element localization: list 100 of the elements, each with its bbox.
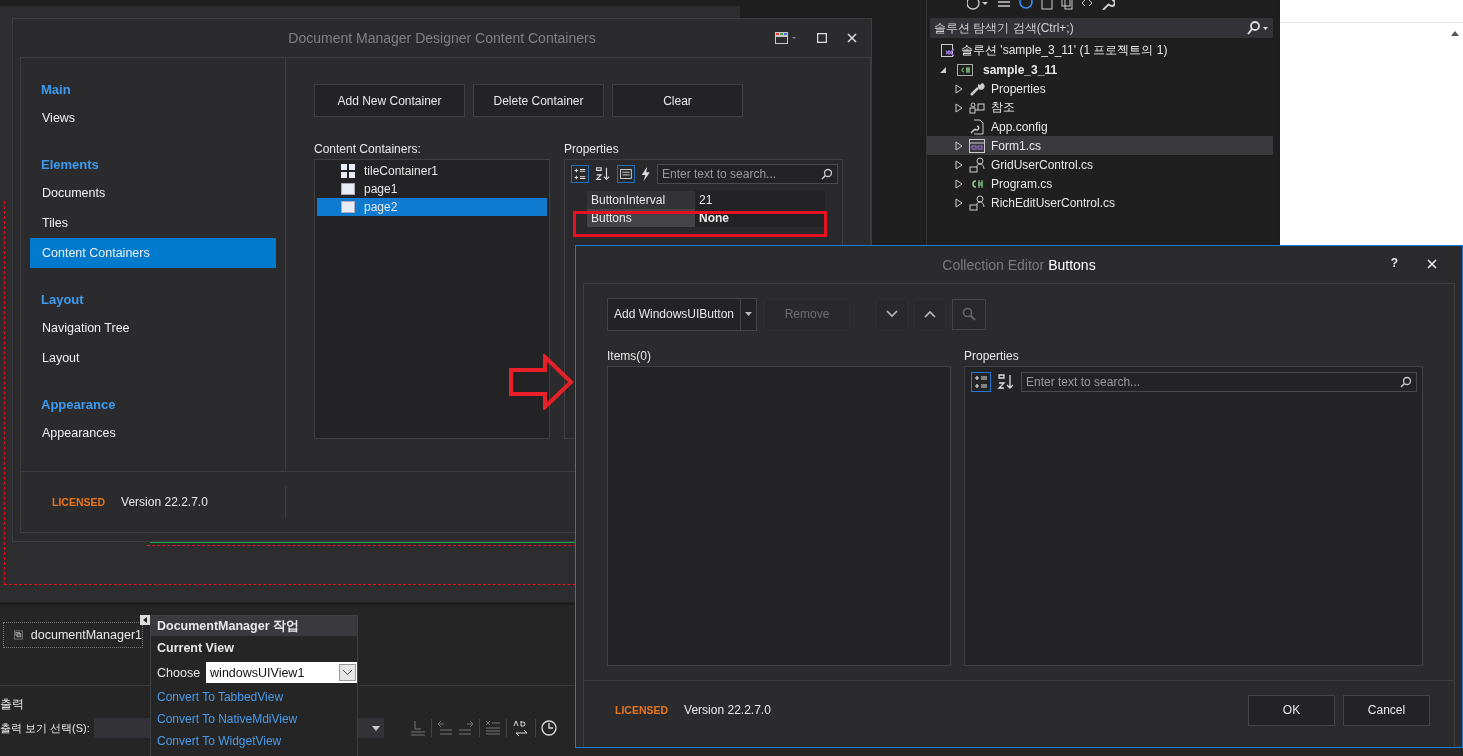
lightning-icon[interactable] <box>639 165 652 183</box>
tree-item[interactable]: App.config <box>927 117 1273 136</box>
expand-arrow-icon[interactable] <box>955 178 963 189</box>
tree-item[interactable]: Form1.cs <box>927 136 1273 155</box>
tree-item[interactable]: RichEditUserControl.cs <box>927 193 1273 212</box>
popup-title: DocumentManager 작업 <box>151 616 357 636</box>
properties-label: Properties <box>964 349 1020 364</box>
page-icon <box>341 183 355 195</box>
tree-item[interactable]: Program.cs <box>927 174 1273 193</box>
expand-arrow-icon[interactable] <box>955 83 963 94</box>
sidebar-item[interactable]: Tiles <box>30 208 276 238</box>
word-wrap-icon[interactable] <box>512 720 530 736</box>
form-icon <box>969 138 985 153</box>
action-link[interactable]: Convert To TabbedView <box>151 686 357 708</box>
panel-title: 출력 <box>0 696 24 713</box>
tree-item[interactable]: GridUserControl.cs <box>927 155 1273 174</box>
search-field[interactable]: Enter text to search... <box>657 164 838 184</box>
toolbar-button[interactable]: Clear <box>612 84 743 117</box>
cancel-button[interactable]: Cancel <box>1343 694 1430 726</box>
version-label: Version 22.2.7.0 <box>684 703 771 717</box>
ok-button[interactable]: OK <box>1248 694 1335 726</box>
sidebar-heading: Appearance <box>40 396 117 414</box>
toolbar-button[interactable]: Delete Container <box>473 84 604 117</box>
window-title: Document Manager Designer Content Containers <box>288 30 596 46</box>
move-down-button[interactable] <box>876 298 908 330</box>
dropdown-button[interactable] <box>741 298 756 330</box>
sidebar-heading: Main <box>40 81 72 99</box>
search-field[interactable]: Enter text to search... <box>1021 372 1417 392</box>
tiles-icon <box>341 164 355 178</box>
add-button[interactable]: Add WindowsUIButton <box>608 298 741 330</box>
sidebar-item[interactable]: Documents <box>30 178 276 208</box>
search-icon <box>1247 21 1269 35</box>
property-pages-icon[interactable] <box>616 164 635 184</box>
output-source-label: 출력 보기 선택(S): <box>0 720 90 736</box>
expand-arrow-icon[interactable] <box>955 102 963 113</box>
previous-message-icon[interactable] <box>437 720 453 736</box>
sidebar-item[interactable]: Content Containers <box>30 238 276 268</box>
sidebar-item[interactable]: Layout <box>30 343 276 373</box>
move-up-button[interactable] <box>914 298 946 330</box>
properties-label: Properties <box>564 142 620 157</box>
sidebar-item[interactable]: Appearances <box>30 418 276 448</box>
search-field[interactable]: 솔루션 탐색기 검색(Ctrl+;) <box>930 18 1273 38</box>
dropdown-arrow-icon <box>371 725 380 731</box>
container-item[interactable]: page1 <box>317 180 547 198</box>
sidebar-item[interactable]: Views <box>30 103 276 133</box>
expand-arrow-icon[interactable] <box>955 159 963 170</box>
container-item[interactable]: page2 <box>317 198 547 216</box>
expand-arrow-icon[interactable] <box>955 140 963 151</box>
categorized-icon[interactable] <box>571 164 589 184</box>
copy-icon[interactable] <box>1061 0 1073 10</box>
sidebar-heading: Elements <box>40 156 100 174</box>
tree-item[interactable]: 솔루션 'sample_3_11' (1 프로젝트의 1) <box>927 41 1273 60</box>
arrow-icon <box>508 354 574 410</box>
user-control-icon <box>969 156 985 173</box>
tree-item[interactable]: sample_3_11 <box>927 60 1273 79</box>
toolbar-button[interactable]: Add New Container <box>314 84 465 117</box>
tree-item[interactable]: 참조 <box>927 98 1273 117</box>
component-tray-item[interactable]: documentManager1 <box>3 622 143 648</box>
action-link[interactable]: Convert To NativeMdiView <box>151 708 357 730</box>
component-icon <box>14 628 23 642</box>
page-icon <box>341 201 355 213</box>
smart-tag-icon[interactable] <box>140 615 150 625</box>
license-label: LICENSED <box>52 496 106 508</box>
layout-grid-icon[interactable] <box>775 32 797 44</box>
caret-icon <box>745 312 752 316</box>
config-file-icon <box>969 118 985 135</box>
version-label: Version 22.2.7.0 <box>121 495 208 509</box>
clear-all-icon[interactable] <box>485 720 501 736</box>
close-icon[interactable] <box>1427 259 1437 269</box>
clock-icon[interactable] <box>541 720 557 736</box>
scroll-up-icon[interactable] <box>1451 30 1459 36</box>
action-link[interactable]: Convert To WidgetView <box>151 730 357 752</box>
solution-icon <box>941 43 955 58</box>
history-icon[interactable] <box>967 0 989 10</box>
csharp-file-icon <box>969 177 985 190</box>
references-icon <box>969 100 985 115</box>
close-icon[interactable] <box>847 33 857 43</box>
container-item[interactable]: tileContainer1 <box>317 162 547 180</box>
collapse-arrow-icon[interactable] <box>939 65 947 74</box>
tree-item[interactable]: Properties <box>927 79 1273 98</box>
categorized-icon[interactable] <box>971 372 991 392</box>
sidebar-item[interactable]: Navigation Tree <box>30 313 276 343</box>
search-icon <box>1400 376 1412 388</box>
chevron-down-icon <box>886 310 898 318</box>
license-label: LICENSED <box>615 704 669 716</box>
section-heading: Current View <box>156 640 235 657</box>
help-button[interactable]: ? <box>1390 256 1398 270</box>
sort-az-icon[interactable] <box>996 372 1016 392</box>
sidebar-heading: Layout <box>40 291 85 309</box>
search-icon <box>962 307 976 321</box>
next-message-icon[interactable] <box>458 720 474 736</box>
list-label: Content Containers: <box>314 142 422 157</box>
view-dropdown[interactable]: windowsUIView1 <box>206 662 357 683</box>
search-icon <box>821 168 833 180</box>
window-title: Collection Editor Buttons <box>942 256 1096 273</box>
field-label: Choose <box>157 665 201 680</box>
list-label: Items(0) <box>607 349 652 364</box>
expand-arrow-icon[interactable] <box>955 197 963 208</box>
maximize-icon[interactable] <box>817 33 827 43</box>
chevron-up-icon <box>924 310 936 318</box>
